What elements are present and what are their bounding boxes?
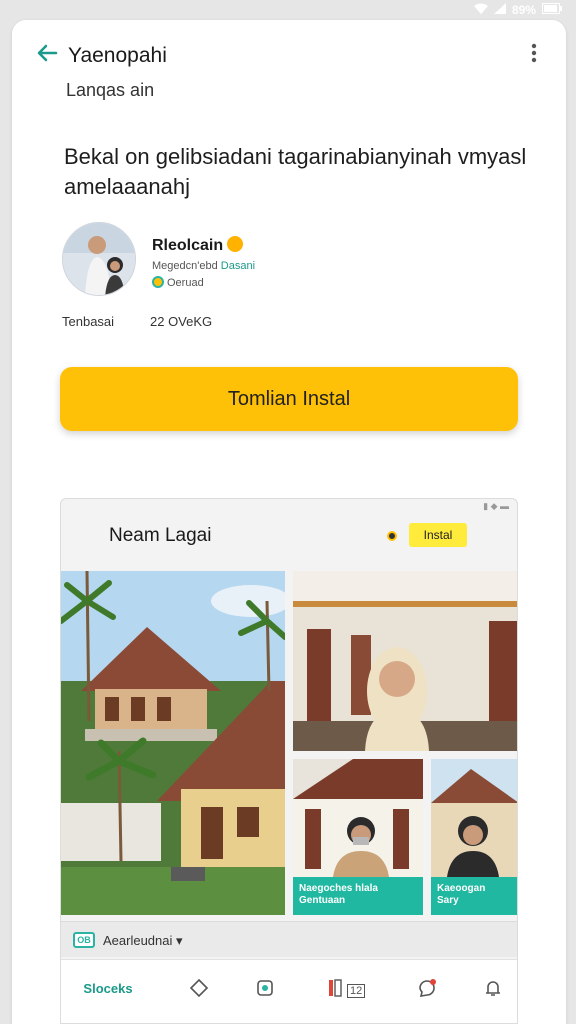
stat-size: 22 OVeKG [150,314,213,329]
screenshot-preview[interactable]: ▮ ◆ ▬ Neam Lagai Instal Naegoches hlala … [60,498,518,1024]
preview-install-button[interactable]: Instal [409,523,467,547]
diamond-icon[interactable] [187,978,211,1000]
verified-badge-icon [152,276,164,288]
chip-label: Aearleudnai ▾ [103,933,183,948]
battery-level: 89% [511,3,536,17]
app-title: Yaenopahi [68,42,167,72]
interior-photo[interactable] [293,571,517,751]
developer-name[interactable]: Rleolcain [152,236,244,255]
developer-meta: Megedcn'ebd Dasani [152,260,256,272]
app-headline: Bekal on gelibsiadani tagarinabianyinah … [64,144,527,199]
preview-dot-icon [387,531,397,541]
house-photo[interactable] [61,571,285,915]
chat-icon[interactable] [415,978,439,1000]
developer-avatar[interactable] [62,222,136,296]
category-chip[interactable]: OB Aearleudnai ▾ [61,921,517,957]
book-counter[interactable]: 12 [323,978,369,1000]
counter-badge: 12 [346,984,366,998]
more-options-icon[interactable] [524,42,544,70]
photo-caption-1: Naegoches hlala Gentuaan [293,877,423,915]
signal-icon [493,3,506,17]
stat-downloads: Tenbasai [62,314,115,329]
person-photo-2[interactable]: Kaeoogan Sary [431,759,517,915]
top-app-bar: Yaenopahi [12,38,566,74]
app-subtitle: Lanqas ain [66,80,155,100]
photo-caption-2: Kaeoogan Sary [431,877,517,915]
emoji-icon [227,236,244,252]
book-icon [328,979,342,997]
chip-badge: OB [73,932,95,948]
app-detail-card: Yaenopahi Lanqas ain Bekal on gelibsiada… [12,20,566,1024]
bell-icon[interactable] [481,978,505,1000]
preview-status-bar: ▮ ◆ ▬ [483,501,509,511]
preview-title: Neam Lagai [109,525,212,546]
status-bar: 89% [0,0,576,20]
image-icon[interactable] [253,978,277,1000]
battery-icon [542,3,562,17]
person-photo-1[interactable]: Naegoches hlala Gentuaan [293,759,423,915]
install-button[interactable]: Tomlian Instal [60,367,518,431]
nav-brand[interactable]: Sloceks [73,978,143,1000]
back-arrow-icon[interactable] [34,42,60,68]
bottom-navigation: Sloceks 12 [61,959,517,1023]
wifi-icon [473,3,488,17]
developer-link[interactable]: Dasani [221,260,255,272]
developer-badge: Oeruad [152,276,204,289]
